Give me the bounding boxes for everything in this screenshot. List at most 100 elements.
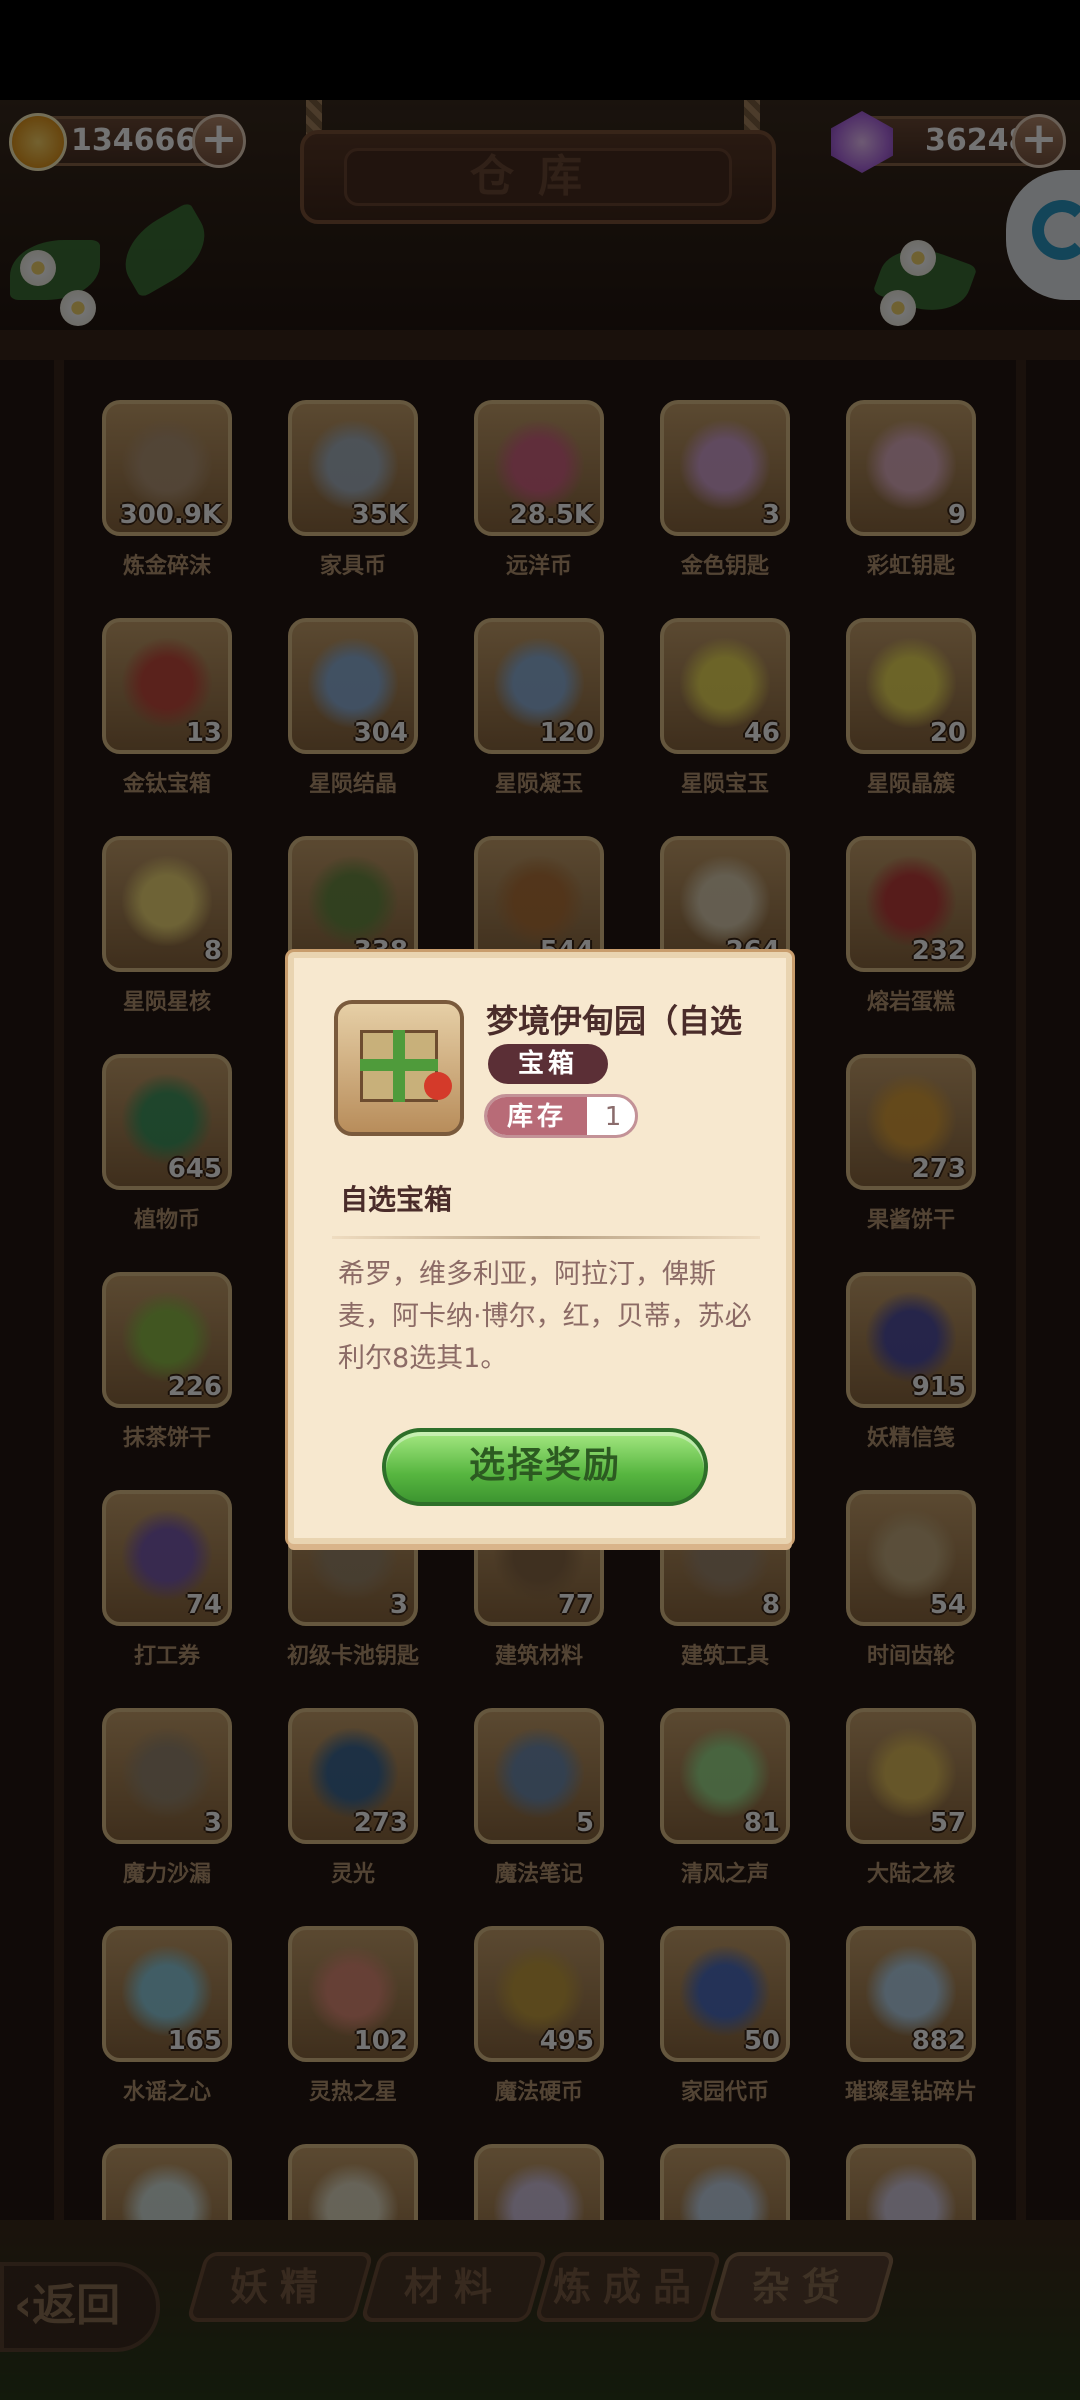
flower-decoration	[900, 240, 936, 276]
item-slot[interactable]: 28.5K	[474, 400, 604, 536]
add-gem-button[interactable]: +	[1012, 114, 1066, 168]
item-name: 彩虹钥匙	[866, 554, 955, 579]
item-icon	[680, 1946, 770, 2036]
item-name: 大陆之核	[866, 1862, 955, 1887]
gold-coin-icon	[9, 113, 67, 171]
item-count: 74	[185, 1590, 222, 1620]
leaf-decoration	[111, 201, 219, 299]
item-icon	[680, 1728, 770, 1818]
choose-reward-button[interactable]: 选择奖励	[382, 1428, 708, 1506]
item-count: 120	[539, 718, 594, 748]
item-count: 50	[743, 2026, 780, 2056]
item-name: 灵热之星	[308, 2080, 397, 2105]
item-count: 77	[557, 1590, 594, 1620]
item-count: 8	[761, 1590, 780, 1620]
item-slot[interactable]: 915	[846, 1272, 976, 1408]
item-icon	[494, 638, 584, 728]
item-name: 炼金碎沫	[122, 554, 211, 579]
item-icon	[308, 638, 398, 728]
assistant-icon	[1032, 200, 1080, 260]
description-heading: 自选宝箱	[340, 1183, 453, 1216]
stock-label: 库存	[487, 1097, 587, 1135]
item-name: 打工券	[133, 1644, 200, 1669]
item-icon	[866, 1510, 956, 1600]
item-icon	[122, 1946, 212, 2036]
tab-label: 妖精	[229, 2265, 330, 2309]
item-count: 102	[353, 2026, 408, 2056]
item-slot[interactable]: 35K	[288, 400, 418, 536]
item-icon	[308, 856, 398, 946]
item-name: 金色钥匙	[680, 554, 769, 579]
item-icon	[308, 1946, 398, 2036]
item-name: 星陨结晶	[308, 772, 397, 797]
item-slot[interactable]: 46	[660, 618, 790, 754]
flower-decoration	[20, 250, 56, 286]
item-slot[interactable]: 74	[102, 1490, 232, 1626]
item-count: 13	[185, 718, 222, 748]
title-sign: 仓库	[300, 130, 776, 224]
item-name: 星陨星核	[122, 990, 211, 1015]
back-button[interactable]: ‹返回	[0, 2262, 160, 2352]
item-slot[interactable]: 495	[474, 1926, 604, 2062]
item-icon	[866, 1074, 956, 1164]
stock-indicator: 库存 1	[484, 1094, 638, 1138]
item-icon	[866, 856, 956, 946]
item-slot[interactable]: 102	[288, 1926, 418, 2062]
item-slot[interactable]: 8	[102, 836, 232, 972]
item-count: 273	[911, 1154, 966, 1184]
item-name: 抹茶饼干	[122, 1426, 211, 1451]
item-icon	[866, 1728, 956, 1818]
stock-value: 1	[604, 1102, 622, 1132]
tab-crafted[interactable]: 炼成品	[533, 2252, 723, 2322]
item-slot[interactable]: 9	[846, 400, 976, 536]
item-slot[interactable]: 50	[660, 1926, 790, 2062]
item-count: 226	[167, 1372, 222, 1402]
tab-materials[interactable]: 材料	[359, 2252, 549, 2322]
add-gold-button[interactable]: +	[192, 114, 246, 168]
tab-label: 材料	[403, 2265, 504, 2309]
item-count: 165	[167, 2026, 222, 2056]
item-name: 璀璨星钻碎片	[844, 2080, 977, 2105]
item-count: 304	[353, 718, 408, 748]
tab-misc[interactable]: 杂货	[707, 2252, 897, 2322]
item-slot[interactable]: 3	[660, 400, 790, 536]
item-slot[interactable]: 54	[846, 1490, 976, 1626]
item-name: 远洋币	[505, 554, 572, 579]
item-name: 金钛宝箱	[122, 772, 211, 797]
status-bar	[0, 0, 1080, 100]
item-slot[interactable]: 273	[846, 1054, 976, 1190]
back-label: 返回	[32, 2280, 121, 2331]
item-slot[interactable]: 232	[846, 836, 976, 972]
item-slot[interactable]: 3	[102, 1708, 232, 1844]
item-icon	[680, 638, 770, 728]
tab-fairy[interactable]: 妖精	[185, 2252, 375, 2322]
item-slot[interactable]: 57	[846, 1708, 976, 1844]
item-name: 时间齿轮	[866, 1644, 955, 1669]
item-icon	[308, 1728, 398, 1818]
item-icon	[866, 420, 956, 510]
item-slot[interactable]: 645	[102, 1054, 232, 1190]
item-slot[interactable]: 300.9K	[102, 400, 232, 536]
item-icon	[308, 420, 398, 510]
item-slot[interactable]: 165	[102, 1926, 232, 2062]
item-slot[interactable]: 304	[288, 618, 418, 754]
item-slot[interactable]: 882	[846, 1926, 976, 2062]
item-slot[interactable]: 13	[102, 618, 232, 754]
item-name: 熔岩蛋糕	[866, 990, 955, 1015]
item-slot[interactable]: 81	[660, 1708, 790, 1844]
item-icon	[680, 856, 770, 946]
item-slot[interactable]: 226	[102, 1272, 232, 1408]
item-slot[interactable]: 120	[474, 618, 604, 754]
apple-icon	[424, 1072, 452, 1100]
item-slot[interactable]: 5	[474, 1708, 604, 1844]
item-count: 3	[389, 1590, 408, 1620]
item-count: 232	[911, 936, 966, 966]
item-name: 建筑工具	[680, 1644, 769, 1669]
item-count: 54	[929, 1590, 966, 1620]
item-slot[interactable]: 20	[846, 618, 976, 754]
item-description: 希罗，维多利亚，阿拉汀，俾斯麦，阿卡纳·博尔，红，贝蒂，苏必利尔8选其1。	[338, 1259, 752, 1374]
item-slot[interactable]: 273	[288, 1708, 418, 1844]
item-icon	[494, 1728, 584, 1818]
item-count: 9	[947, 500, 966, 530]
item-name: 星陨宝玉	[680, 772, 769, 797]
